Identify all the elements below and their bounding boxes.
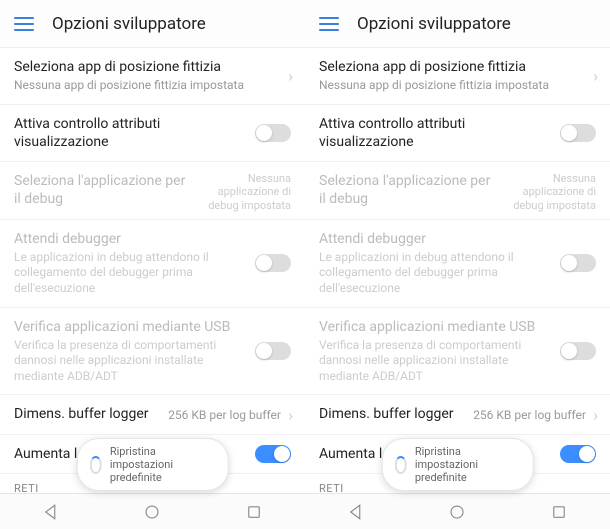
row-debug-app: Seleziona l'applicazione per il debug Ne… xyxy=(305,162,610,219)
toast-text: Ripristina impostazioni predefinite xyxy=(415,445,517,484)
toast-restore-defaults: Ripristina impostazioni predefinite xyxy=(381,438,534,491)
toggle-on[interactable] xyxy=(255,445,291,463)
value: 256 KB per log buffer xyxy=(473,408,586,422)
label: Verifica applicazioni mediante USB xyxy=(14,318,245,336)
row-mock-location[interactable]: Seleziona app di posizione fittizia Ness… xyxy=(305,48,610,105)
label: Attiva controllo attributi visualizzazio… xyxy=(319,115,550,151)
row-buffer-logger[interactable]: Dimens. buffer logger 256 KB per log buf… xyxy=(0,395,305,434)
row-buffer-logger[interactable]: Dimens. buffer logger 256 KB per log buf… xyxy=(305,395,610,434)
row-wait-debugger: Attendi debugger Le applicazioni in debu… xyxy=(305,220,610,308)
toggle-off xyxy=(560,254,596,272)
label: Seleziona app di posizione fittizia xyxy=(14,58,275,76)
app-header: Opzioni sviluppatore xyxy=(305,0,610,48)
page-title: Opzioni sviluppatore xyxy=(52,14,206,34)
right-sub: Nessuna applicazione di debug impostata xyxy=(191,172,291,212)
back-icon[interactable] xyxy=(347,503,365,521)
label: Attendi debugger xyxy=(14,230,245,248)
toggle-off xyxy=(255,342,291,360)
row-attribute-control[interactable]: Attiva controllo attributi visualizzazio… xyxy=(0,105,305,162)
toggle-off[interactable] xyxy=(255,124,291,142)
chevron-right-icon: › xyxy=(593,405,598,424)
chevron-right-icon: › xyxy=(593,66,598,85)
app-header: Opzioni sviluppatore xyxy=(0,0,305,48)
sub: Le applicazioni in debug attendono il co… xyxy=(319,250,550,297)
left-pane: Opzioni sviluppatore Seleziona app di po… xyxy=(0,0,305,529)
row-debug-app: Seleziona l'applicazione per il debug Ne… xyxy=(0,162,305,219)
row-mock-location[interactable]: Seleziona app di posizione fittizia Ness… xyxy=(0,48,305,105)
menu-icon[interactable] xyxy=(319,17,339,31)
sub: Nessuna app di posizione fittizia impost… xyxy=(319,78,580,94)
row-wait-debugger: Attendi debugger Le applicazioni in debu… xyxy=(0,220,305,308)
row-verify-usb: Verifica applicazioni mediante USB Verif… xyxy=(0,308,305,396)
menu-icon[interactable] xyxy=(14,17,34,31)
toggle-off xyxy=(255,254,291,272)
nav-bar xyxy=(0,493,305,529)
label: Seleziona l'applicazione per il debug xyxy=(14,172,194,208)
home-icon[interactable] xyxy=(448,503,466,521)
label: Verifica applicazioni mediante USB xyxy=(319,318,550,336)
spinner-icon xyxy=(394,456,407,474)
right-pane: Opzioni sviluppatore Seleziona app di po… xyxy=(305,0,610,529)
nav-bar xyxy=(305,493,610,529)
chevron-right-icon: › xyxy=(288,405,293,424)
toggle-off xyxy=(560,342,596,360)
right-sub: Nessuna applicazione di debug impostata xyxy=(496,172,596,212)
chevron-right-icon: › xyxy=(288,66,293,85)
settings-list: Seleziona app di posizione fittizia Ness… xyxy=(305,48,610,493)
row-verify-usb: Verifica applicazioni mediante USB Verif… xyxy=(305,308,610,396)
toast-restore-defaults: Ripristina impostazioni predefinite xyxy=(76,438,229,491)
label: Seleziona app di posizione fittizia xyxy=(319,58,580,76)
page-title: Opzioni sviluppatore xyxy=(357,14,511,34)
row-attribute-control[interactable]: Attiva controllo attributi visualizzazio… xyxy=(305,105,610,162)
home-icon[interactable] xyxy=(143,503,161,521)
toggle-off[interactable] xyxy=(560,124,596,142)
spinner-icon xyxy=(89,456,102,474)
settings-list: Seleziona app di posizione fittizia Ness… xyxy=(0,48,305,493)
sub: Verifica la presenza di comportamenti da… xyxy=(14,338,245,385)
label: Attiva controllo attributi visualizzazio… xyxy=(14,115,245,151)
label: Seleziona l'applicazione per il debug xyxy=(319,172,499,208)
sub: Le applicazioni in debug attendono il co… xyxy=(14,250,245,297)
back-icon[interactable] xyxy=(42,503,60,521)
label: Attendi debugger xyxy=(319,230,550,248)
sub: Nessuna app di posizione fittizia impost… xyxy=(14,78,275,94)
toggle-on[interactable] xyxy=(560,445,596,463)
value: 256 KB per log buffer xyxy=(168,408,281,422)
sub: Verifica la presenza di comportamenti da… xyxy=(319,338,550,385)
recents-icon[interactable] xyxy=(245,503,263,521)
recents-icon[interactable] xyxy=(550,503,568,521)
toast-text: Ripristina impostazioni predefinite xyxy=(110,445,212,484)
